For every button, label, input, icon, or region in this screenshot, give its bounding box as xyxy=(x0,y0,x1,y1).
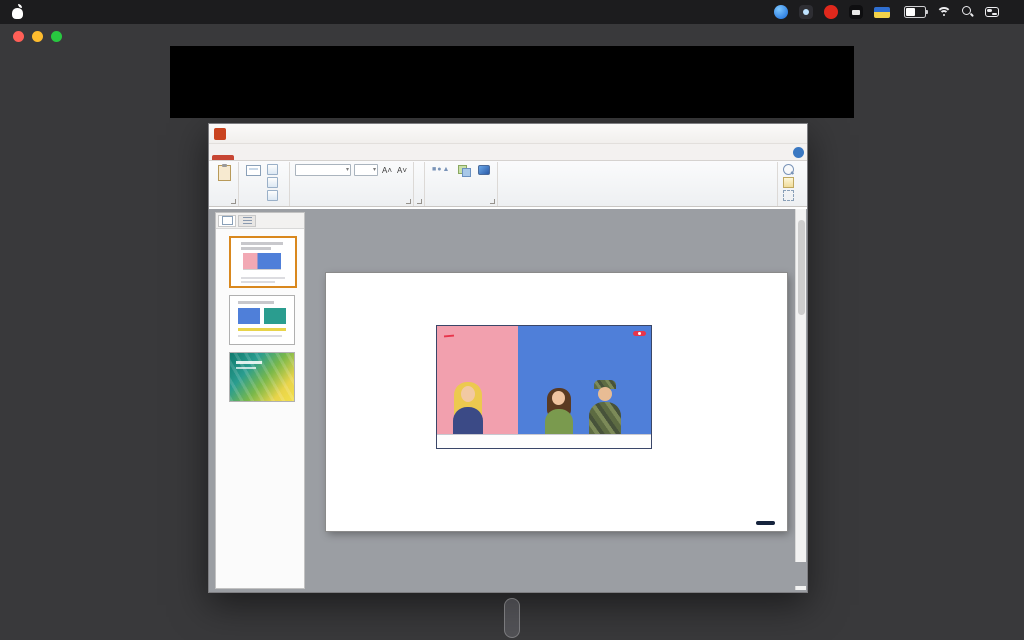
clipboard-group xyxy=(211,162,239,206)
slides-view-tab[interactable] xyxy=(218,215,236,227)
menu-bar xyxy=(0,0,1024,24)
new-slide-icon xyxy=(246,165,261,176)
civilian-woman-figure xyxy=(541,388,577,434)
replace-button[interactable] xyxy=(783,177,800,188)
slide-illustration xyxy=(436,325,652,449)
gamma-badge xyxy=(756,521,775,525)
control-center-icon[interactable] xyxy=(985,7,999,17)
wifi-icon[interactable] xyxy=(937,7,951,18)
powerpoint-window: А˄ А˅ ■●▲ xyxy=(208,123,808,593)
slide-thumbnail-1[interactable] xyxy=(219,236,301,288)
slides-group xyxy=(239,162,290,206)
status-display-icon[interactable] xyxy=(849,5,863,19)
powerpoint-titlebar xyxy=(209,124,807,144)
paste-button[interactable] xyxy=(216,164,233,184)
fullscreen-button[interactable] xyxy=(51,31,62,42)
status-camera-icon[interactable] xyxy=(799,5,813,19)
select-button[interactable] xyxy=(783,190,800,201)
paste-icon xyxy=(218,165,231,181)
section-button[interactable] xyxy=(267,190,284,201)
quick-styles-button[interactable] xyxy=(476,164,492,178)
menubar-status-area xyxy=(774,5,1012,19)
ribbon-tab-bar xyxy=(209,144,807,161)
status-app-icon-blue[interactable] xyxy=(774,5,788,19)
slides-thumbnail-panel xyxy=(215,212,305,589)
shapes-icon: ■●▲ xyxy=(432,165,450,174)
close-button[interactable] xyxy=(13,31,24,42)
live-badge xyxy=(633,331,646,336)
outline-view-tab[interactable] xyxy=(238,215,256,227)
zoom-video-strip xyxy=(170,46,854,118)
slide-canvas[interactable] xyxy=(326,273,787,531)
paragraph-group xyxy=(414,162,425,206)
vertical-scrollbar[interactable] xyxy=(795,209,806,562)
tab-file[interactable] xyxy=(212,155,234,160)
slide-navigation xyxy=(795,586,806,590)
powerpoint-logo-icon xyxy=(214,128,226,140)
reset-button[interactable] xyxy=(267,177,284,188)
scrollbar-thumb[interactable] xyxy=(798,220,805,315)
apple-menu-icon[interactable] xyxy=(12,5,24,19)
ukraine-flag-icon[interactable] xyxy=(874,7,890,18)
dock xyxy=(504,598,520,638)
find-button[interactable] xyxy=(783,164,800,175)
slide-thumbnail-2[interactable] xyxy=(219,295,301,345)
slide-thumbnail-3[interactable] xyxy=(219,352,301,402)
quick-styles-icon xyxy=(478,165,490,175)
new-slide-button[interactable] xyxy=(244,164,263,179)
battery-indicator[interactable] xyxy=(901,6,926,18)
document-area xyxy=(209,209,807,592)
search-icon[interactable] xyxy=(962,6,974,18)
soldier-figure xyxy=(585,380,625,434)
help-icon[interactable] xyxy=(793,147,804,158)
editing-group xyxy=(777,162,805,206)
font-name-select[interactable] xyxy=(295,164,351,176)
illustration-caption xyxy=(437,434,651,448)
drawing-group: ■●▲ xyxy=(425,162,498,206)
shrink-font-icon[interactable]: А˅ xyxy=(396,166,408,175)
layout-button[interactable] xyxy=(267,164,284,175)
arrange-button[interactable] xyxy=(456,164,472,178)
news-anchor-figure xyxy=(447,382,489,434)
ribbon: А˄ А˅ ■●▲ xyxy=(209,161,807,207)
shapes-button[interactable]: ■●▲ xyxy=(430,164,452,177)
font-size-select[interactable] xyxy=(354,164,378,176)
grow-font-icon[interactable]: А˄ xyxy=(381,166,393,175)
status-keyboard-icon[interactable] xyxy=(824,5,838,19)
font-group: А˄ А˅ xyxy=(290,162,414,206)
zoom-window-controls xyxy=(13,31,62,42)
arrange-icon xyxy=(458,165,470,175)
minimize-button[interactable] xyxy=(32,31,43,42)
